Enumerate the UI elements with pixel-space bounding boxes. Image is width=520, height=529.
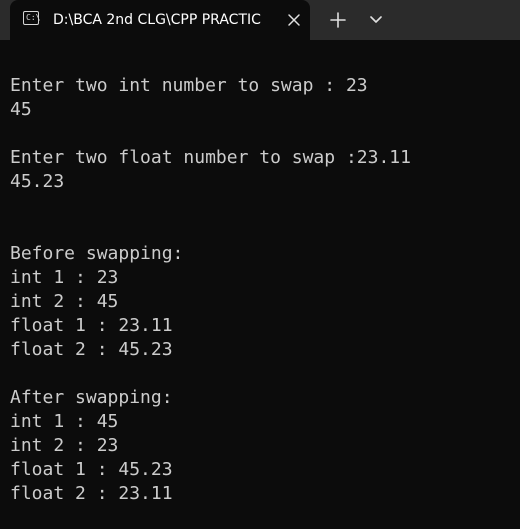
console-line: int 2 : 23 (10, 435, 119, 456)
plus-icon (330, 12, 346, 28)
chevron-down-icon (370, 16, 382, 23)
console-line: int 1 : 45 (10, 411, 119, 432)
console-line: 45.23 (10, 171, 65, 192)
close-icon (288, 14, 300, 26)
console-line: 45 (10, 99, 32, 120)
console-line: int 1 : 23 (10, 267, 119, 288)
console-line: Enter two float number to swap :23.11 (10, 147, 411, 168)
tab-title: D:\BCA 2nd CLG\CPP PRACTIC (53, 12, 261, 28)
new-tab-button[interactable] (324, 6, 352, 34)
console-line: After swapping: (10, 387, 173, 408)
terminal-icon: C:\ (23, 11, 40, 25)
tab-active[interactable]: C:\ D:\BCA 2nd CLG\CPP PRACTIC (10, 0, 310, 40)
console-line: float 2 : 23.11 (10, 483, 173, 504)
console-line: float 1 : 45.23 (10, 459, 173, 480)
console-line: Enter two int number to swap : 23 (10, 75, 368, 96)
close-tab-button[interactable] (282, 8, 306, 32)
console-line: Before swapping: (10, 243, 184, 264)
terminal-window: C:\ D:\BCA 2nd CLG\CPP PRACTIC Enter two… (0, 0, 520, 529)
title-bar: C:\ D:\BCA 2nd CLG\CPP PRACTIC (0, 0, 520, 40)
tab-dropdown-button[interactable] (362, 6, 390, 34)
console-line: float 1 : 23.11 (10, 315, 173, 336)
console-line: int 2 : 45 (10, 291, 119, 312)
console-output[interactable]: Enter two int number to swap : 23 45 Enter… (10, 74, 510, 506)
console-line: float 2 : 45.23 (10, 339, 173, 360)
